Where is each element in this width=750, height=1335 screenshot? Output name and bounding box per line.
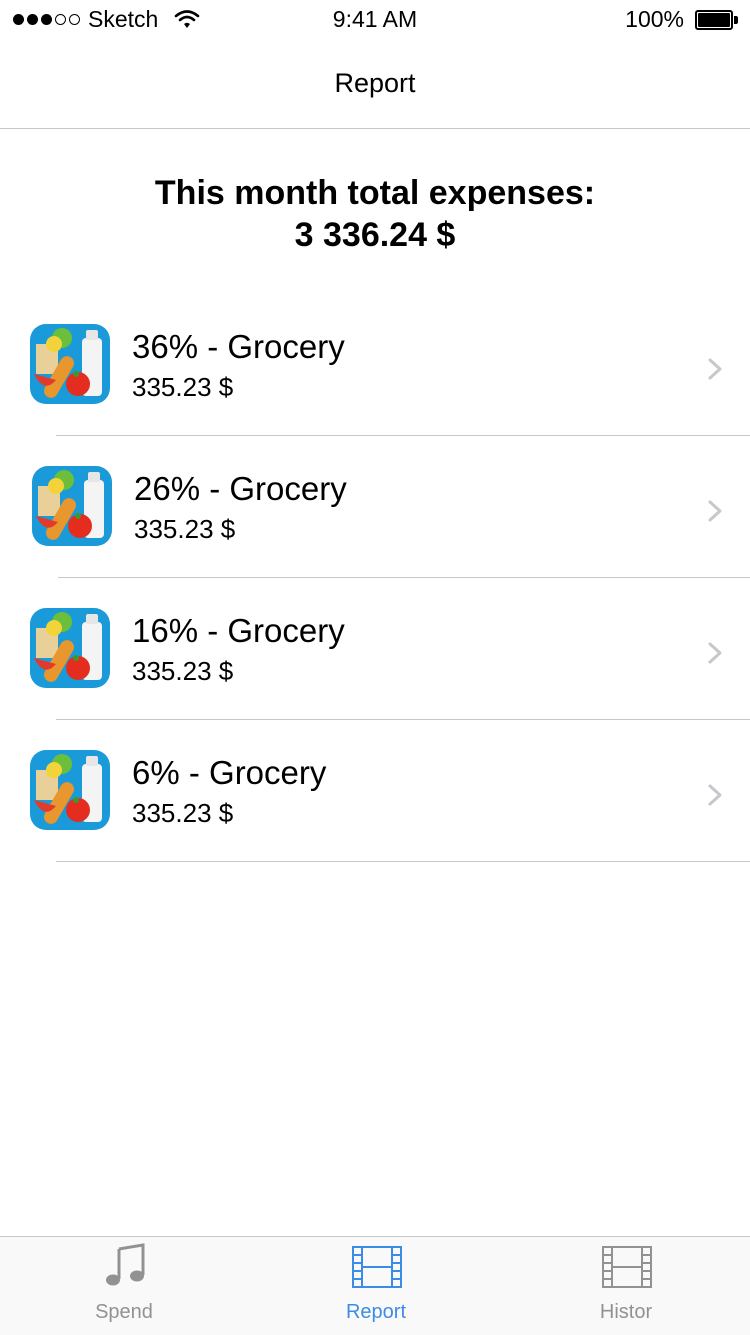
- tab-spend[interactable]: Spend: [44, 1237, 204, 1335]
- film-icon: [352, 1246, 402, 1288]
- expense-title: 16% - Grocery: [132, 612, 345, 649]
- total-expenses-amount: 3 336.24 $: [294, 216, 456, 254]
- expense-row[interactable]: 26% - Grocery 335.23 $: [0, 436, 750, 578]
- expense-title: 26% - Grocery: [134, 470, 347, 507]
- chevron-right-icon: [708, 358, 722, 380]
- tab-history[interactable]: Histor: [546, 1237, 706, 1335]
- expense-amount: 335.23 $: [134, 514, 236, 544]
- grocery-icon: [30, 750, 110, 830]
- tab-label: Report: [345, 1301, 407, 1323]
- status-bar: Sketch 9:41 AM 100%: [0, 0, 750, 40]
- grocery-icon: [30, 608, 110, 688]
- chevron-right-icon: [708, 784, 722, 806]
- grocery-icon: [32, 466, 112, 546]
- expense-amount: 335.23 $: [132, 372, 234, 402]
- total-expenses-label: This month total expenses:: [154, 174, 596, 212]
- expense-row[interactable]: 36% - Grocery 335.23 $: [0, 294, 750, 436]
- expense-row[interactable]: 6% - Grocery 335.23 $: [0, 720, 750, 862]
- tab-bar: Spend Report Histor: [0, 1236, 750, 1335]
- expense-title: 6% - Grocery: [132, 754, 327, 791]
- battery-percentage: 100%: [625, 6, 684, 32]
- chevron-right-icon: [708, 500, 722, 522]
- page-title: Report: [334, 68, 416, 98]
- expense-amount: 335.23 $: [132, 656, 234, 686]
- navigation-bar: Report: [0, 40, 750, 129]
- expense-list: 36% - Grocery 335.23 $ 26% - Grocery 335…: [0, 294, 750, 862]
- film-icon: [602, 1246, 652, 1288]
- row-separator: [56, 861, 750, 862]
- grocery-icon: [30, 324, 110, 404]
- battery-icon: [695, 10, 739, 30]
- music-note-icon: [106, 1243, 145, 1286]
- chevron-right-icon: [708, 642, 722, 664]
- expense-amount: 335.23 $: [132, 798, 234, 828]
- total-expenses-summary: This month total expenses: 3 336.24 $: [0, 172, 750, 256]
- expense-row[interactable]: 16% - Grocery 335.23 $: [0, 578, 750, 720]
- expense-title: 36% - Grocery: [132, 328, 345, 365]
- tab-report[interactable]: Report: [296, 1237, 456, 1335]
- tab-label: Spend: [95, 1301, 153, 1323]
- tab-label: Histor: [599, 1301, 653, 1323]
